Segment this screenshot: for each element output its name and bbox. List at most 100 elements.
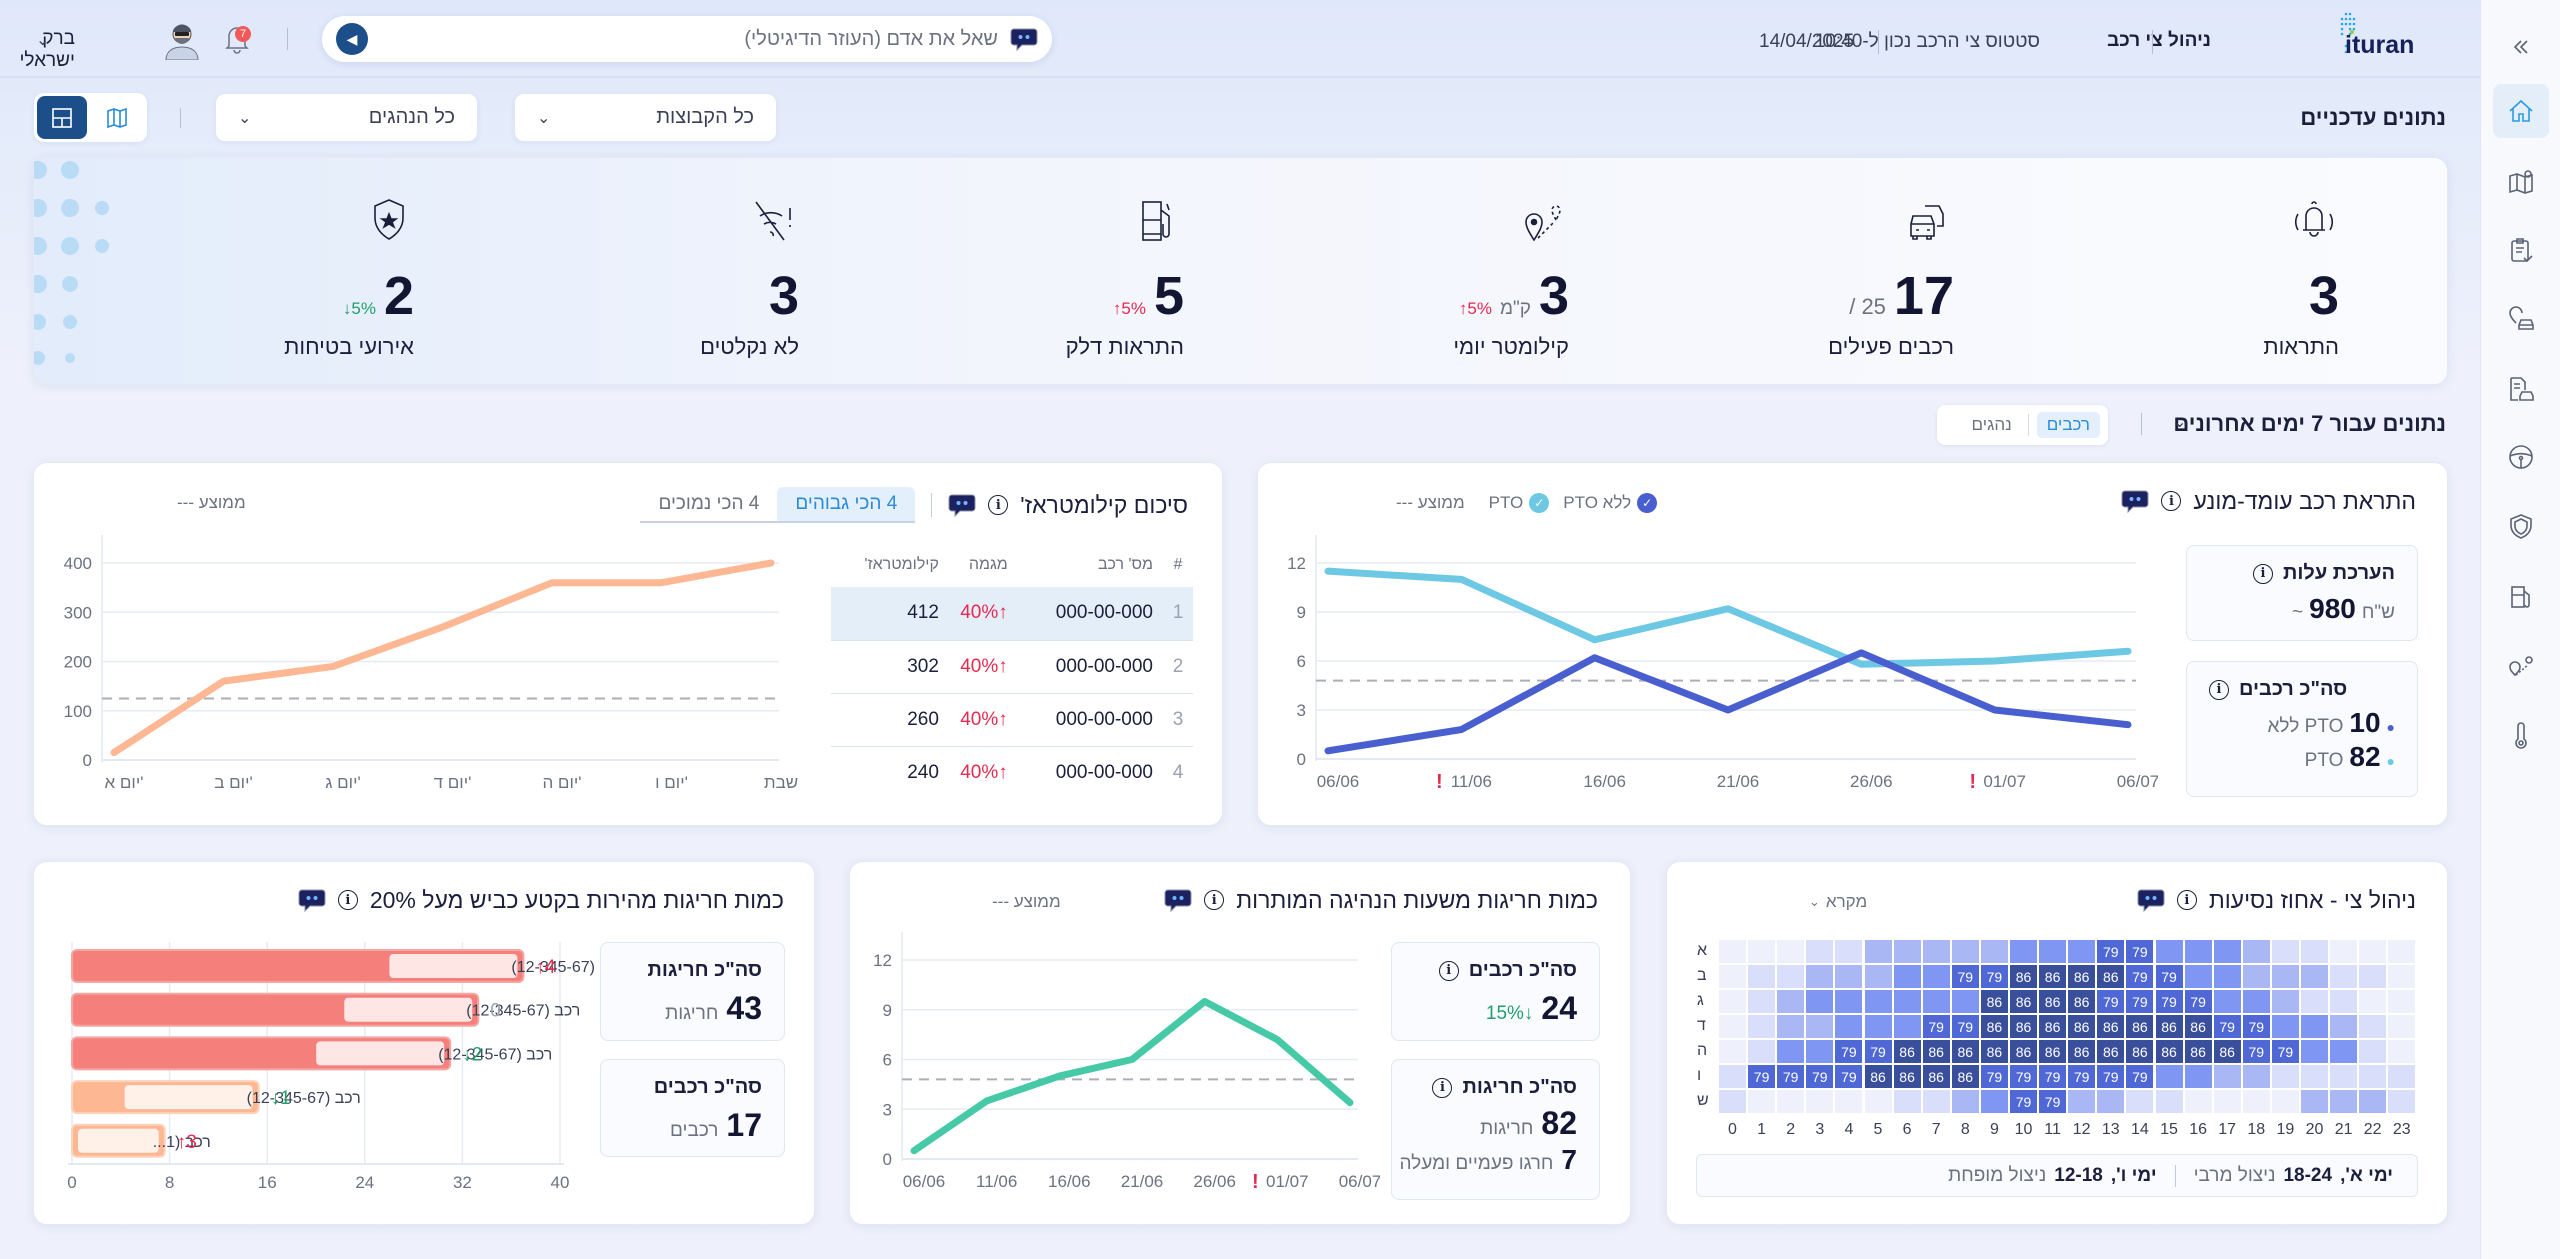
heatmap-cell[interactable] — [2271, 990, 2299, 1013]
heatmap-cell[interactable] — [2213, 965, 2241, 988]
kpi-active-vehicles[interactable]: / 25 17 רכבים פעילים — [1828, 158, 1954, 386]
heatmap-cell[interactable]: 79 — [2039, 1065, 2067, 1088]
kpi-daily-km[interactable]: ↑5% ק"מ 3 קילומטר יומי — [1453, 158, 1569, 386]
heatmap-cell[interactable]: 79 — [2126, 990, 2154, 1013]
info-icon[interactable]: i — [1432, 1077, 1453, 1098]
heatmap-cell[interactable] — [2301, 1090, 2328, 1113]
sidebar-item-map[interactable] — [2493, 154, 2549, 208]
heatmap-cell[interactable]: 79 — [2010, 1090, 2037, 1113]
heatmap-cell[interactable] — [2301, 940, 2328, 963]
tab-vehicles[interactable]: רכבים — [2036, 412, 2100, 438]
sidebar-item-routes[interactable] — [2493, 639, 2549, 693]
heatmap-cell[interactable] — [2242, 965, 2270, 988]
heatmap-cell[interactable] — [1835, 965, 1863, 988]
heatmap-cell[interactable] — [2388, 940, 2416, 963]
heatmap-cell[interactable] — [2039, 940, 2067, 963]
heatmap-cell[interactable] — [1719, 1015, 1746, 1038]
heatmap-cell[interactable]: 86 — [1980, 1015, 2008, 1038]
sidebar-collapse-button[interactable] — [2493, 20, 2549, 74]
heatmap-cell[interactable]: 86 — [2068, 965, 2096, 988]
heatmap-cell[interactable]: 86 — [2213, 1040, 2241, 1063]
heatmap-cell[interactable] — [2184, 1065, 2212, 1088]
heatmap-cell[interactable] — [2301, 990, 2328, 1013]
map-view-button[interactable] — [92, 96, 142, 139]
heatmap-cell[interactable] — [2388, 1090, 2416, 1113]
heatmap-cell[interactable]: 86 — [1980, 990, 2008, 1013]
heatmap-cell[interactable]: 79 — [2097, 940, 2125, 963]
heatmap-cell[interactable] — [2330, 1015, 2358, 1038]
sidebar-item-temperature[interactable] — [2493, 709, 2549, 763]
heatmap-cell[interactable] — [2271, 1015, 2299, 1038]
sidebar-item-vehicle-documents[interactable] — [2493, 362, 2549, 416]
heatmap-cell[interactable] — [1719, 1040, 1746, 1063]
heatmap-cell[interactable]: 79 — [1777, 1065, 1805, 1088]
heatmap-cell[interactable] — [2359, 965, 2387, 988]
user-avatar[interactable] — [162, 18, 202, 61]
heatmap-cell[interactable] — [2155, 940, 2183, 963]
heatmap-cell[interactable] — [2184, 965, 2212, 988]
heatmap-cell[interactable] — [2242, 1065, 2270, 1088]
info-icon[interactable]: i — [2161, 491, 2182, 511]
assistant-bot-icon[interactable] — [298, 886, 326, 914]
heatmap-cell[interactable]: 86 — [1922, 1040, 1950, 1063]
heatmap-cell[interactable]: 86 — [2155, 1040, 2183, 1063]
heatmap-cell[interactable]: 79 — [2097, 990, 2125, 1013]
heatmap-cell[interactable]: 86 — [2184, 1015, 2212, 1038]
info-icon[interactable]: i — [2253, 563, 2274, 584]
heatmap-cell[interactable]: 86 — [2097, 1015, 2125, 1038]
heatmap-cell[interactable] — [1806, 965, 1834, 988]
heatmap-cell[interactable] — [2359, 1040, 2387, 1063]
heatmap-cell[interactable] — [2155, 1090, 2183, 1113]
heatmap-cell[interactable] — [1748, 965, 1776, 988]
heatmap-cell[interactable]: 86 — [1922, 1065, 1950, 1088]
heatmap-cell[interactable] — [1835, 940, 1863, 963]
info-icon[interactable]: i — [1438, 960, 1459, 981]
heatmap-cell[interactable] — [1719, 1090, 1746, 1113]
heatmap-cell[interactable]: 79 — [2184, 990, 2212, 1013]
heatmap-cell[interactable] — [2301, 1015, 2328, 1038]
heatmap-cell[interactable] — [1806, 1090, 1834, 1113]
sidebar-item-home[interactable] — [2493, 84, 2549, 138]
heatmap-cell[interactable] — [2330, 1065, 2358, 1088]
heatmap-cell[interactable]: 79 — [2242, 1015, 2270, 1038]
assistant-bot-icon[interactable] — [1164, 886, 1192, 914]
heatmap-cell[interactable]: 86 — [1864, 1065, 1892, 1088]
assistant-bot-icon[interactable] — [2121, 487, 2149, 515]
heatmap-cell[interactable]: 79 — [1980, 965, 2008, 988]
heatmap-cell[interactable] — [1719, 990, 1746, 1013]
heatmap-cell[interactable] — [2359, 1015, 2387, 1038]
heatmap-cell[interactable] — [1922, 940, 1950, 963]
heatmap-cell[interactable] — [2301, 1040, 2328, 1063]
heatmap-cell[interactable] — [1980, 1090, 2008, 1113]
heatmap-cell[interactable] — [1748, 940, 1776, 963]
heatmap-cell[interactable]: 86 — [2068, 1040, 2096, 1063]
assistant-search-bar[interactable]: ◀ — [322, 16, 1052, 62]
heatmap-cell[interactable] — [2126, 1090, 2154, 1113]
heatmap-cell[interactable]: 79 — [2068, 1065, 2096, 1088]
heatmap-cell[interactable] — [2213, 1090, 2241, 1113]
sidebar-item-fuel[interactable] — [2493, 569, 2549, 623]
heatmap-cell[interactable] — [1748, 1090, 1776, 1113]
heatmap-cell[interactable]: 86 — [2097, 1040, 2125, 1063]
heatmap-cell[interactable] — [2388, 1040, 2416, 1063]
kpi-fuel-alerts[interactable]: ↑5% 5 התראות דלק — [1066, 158, 1184, 386]
heatmap-cell[interactable] — [1835, 990, 1863, 1013]
heatmap-cell[interactable] — [1980, 940, 2008, 963]
assistant-bot-icon[interactable] — [948, 491, 976, 519]
heatmap-cell[interactable] — [1777, 1015, 1805, 1038]
heatmap-cell[interactable] — [1835, 1015, 1863, 1038]
heatmap-cell[interactable]: 79 — [1980, 1065, 2008, 1088]
heatmap-cell[interactable]: 79 — [1748, 1065, 1776, 1088]
period-chevron-icon[interactable]: ⌄ — [2173, 412, 2186, 432]
heatmap-cell[interactable] — [1806, 990, 1834, 1013]
heatmap-cell[interactable] — [1893, 1090, 1921, 1113]
heatmap-cell[interactable] — [1806, 1015, 1834, 1038]
heatmap-cell[interactable] — [2330, 990, 2358, 1013]
heatmap-cell[interactable]: 79 — [1951, 965, 1979, 988]
heatmap-cell[interactable]: 79 — [2039, 1090, 2067, 1113]
heatmap-cell[interactable]: 86 — [2126, 1040, 2154, 1063]
heatmap-cell[interactable] — [2213, 990, 2241, 1013]
heatmap-cell[interactable]: 86 — [2039, 1015, 2067, 1038]
heatmap-cell[interactable] — [1748, 1040, 1776, 1063]
heatmap-cell[interactable] — [2359, 1090, 2387, 1113]
